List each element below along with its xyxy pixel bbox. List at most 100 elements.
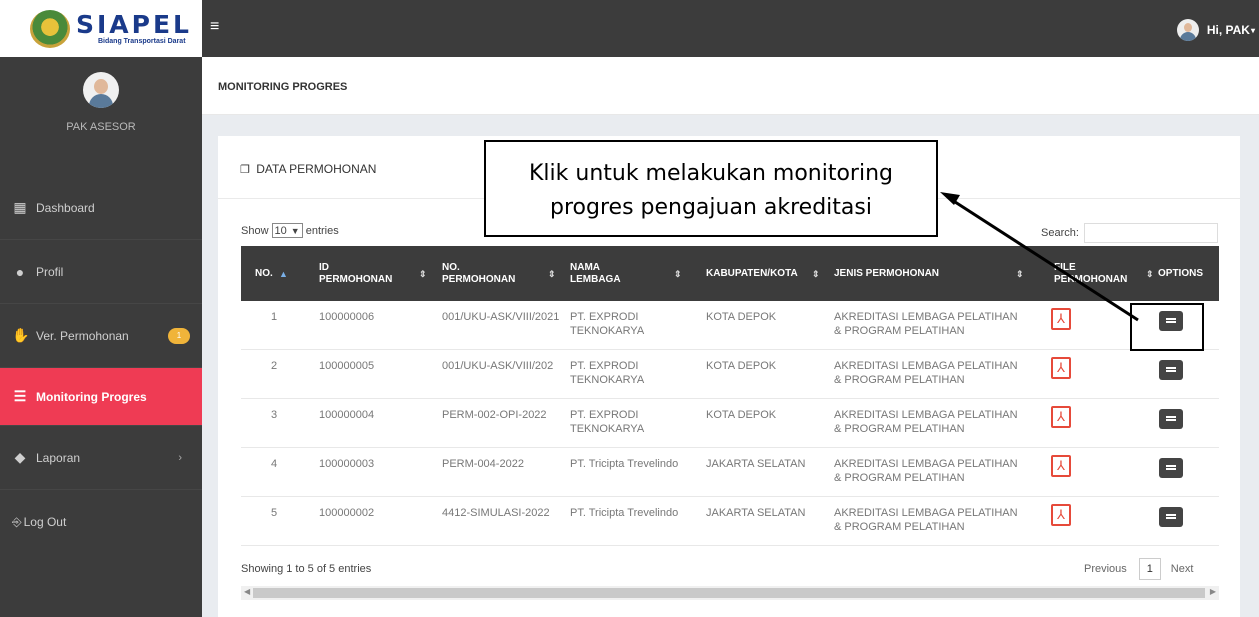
sort-asc-icon: ▲ [279,268,288,279]
scroll-right-icon[interactable]: ▶ [1210,587,1216,596]
show-entries: Show 10 ▼ entries [241,223,339,238]
table-info: Showing 1 to 5 of 5 entries [241,563,372,575]
column-header-nomor[interactable]: NO. PERMOHONAN ⇕ [442,262,570,286]
cell-nomor: PERM-002-OPI-2022 [442,409,547,421]
pdf-file-icon[interactable]: ⅄ [1051,357,1071,379]
sort-icon: ⇕ [674,268,682,279]
column-header-label: NO. [255,267,273,279]
panel-title-text: DATA PERMOHONAN [256,162,377,176]
highlight-box [1130,303,1204,351]
column-header-kota[interactable]: KABUPATEN/KOTA ⇕ [696,268,824,280]
column-header-lembaga[interactable]: NAMA LEMBAGA ⇕ [570,262,696,286]
emblem-icon [30,9,70,48]
column-header-jenis[interactable]: JENIS PERMOHONAN ⇕ [824,268,1046,280]
logout-link[interactable]: ⎆ Log Out [0,490,202,554]
cell-options [1150,399,1219,447]
logout-icon: ⎆ [12,514,22,529]
cell-nomor: PERM-004-2022 [442,458,524,470]
callout-line-1: Klik untuk melakukan monitoring [528,161,893,186]
chevron-right-icon: › [178,451,182,464]
scrollbar-thumb[interactable] [253,588,1205,598]
cell-nomor: 4412-SIMULASI-2022 [442,507,550,519]
cell-jenis: AKREDITASI LEMBAGA PELATIHAN & PROGRAM P… [834,507,1018,533]
column-header-label: JENIS PERMOHONAN [834,267,940,279]
notification-badge: 1 [168,327,190,344]
entries-label: entries [305,224,339,237]
monitoring-detail-button[interactable] [1159,360,1183,380]
page-header: MONITORING PROGRES [202,57,1259,115]
cell-no: 2 [271,360,278,372]
column-header-label: KABUPATEN/KOTA [706,267,798,279]
cell-kota: KOTA DEPOK [706,360,777,372]
handshake-icon: ✋ [12,327,30,343]
pdf-file-icon[interactable]: ⅄ [1051,308,1071,330]
page-title: MONITORING PROGRES [218,81,348,93]
next-page-button[interactable]: Next [1171,563,1194,575]
table-header: NO. ▲ ID PERMOHONAN ⇕ NO. PERMOHONAN ⇕ N… [241,246,1219,301]
column-header-label: OPTIONS [1158,267,1204,279]
cell-no: 1 [271,311,278,323]
cell-id: 100000006 [319,311,375,323]
user-menu[interactable]: Hi, PAK ▾ [1176,19,1255,41]
column-header-no[interactable]: NO. ▲ [241,268,319,280]
show-label: Show [241,224,269,237]
entries-select[interactable]: 10 ▼ [271,223,303,238]
cell-lembaga: PT. EXPRODI TEKNOKARYA [570,311,645,337]
monitoring-detail-button[interactable] [1159,507,1183,527]
cell-nomor: 001/UKU-ASK/VIII/2021 [442,311,560,323]
cell-lembaga: PT. EXPRODI TEKNOKARYA [570,360,645,386]
cell-id: 100000002 [319,507,375,519]
sort-icon: ⇕ [1016,268,1024,279]
scroll-left-icon[interactable]: ◀ [244,587,250,596]
brand-title: SIAPEL [76,10,192,39]
cell-lembaga: PT. Tricipta Trevelindo [570,458,679,470]
callout-annotation: Klik untuk melakukan monitoring progres … [484,140,938,237]
cell-no: 3 [271,409,278,421]
previous-page-button[interactable]: Previous [1084,563,1127,575]
cell-file: ⅄ [1046,350,1150,398]
pdf-file-icon[interactable]: ⅄ [1051,455,1071,477]
search-input[interactable] [1083,223,1218,243]
cell-options [1150,448,1219,496]
pdf-file-icon[interactable]: ⅄ [1051,406,1071,428]
sidebar-item-ver-permohonan[interactable]: ✋ Ver. Permohonan 1 [0,304,202,368]
cell-no: 5 [271,507,278,519]
cell-kota: KOTA DEPOK [706,311,777,323]
user-greeting: Hi, PAK [1206,23,1250,37]
cell-id: 100000004 [319,409,375,421]
sidebar-item-monitoring-progres[interactable]: ☰ Monitoring Progres [0,368,202,426]
horizontal-scrollbar[interactable]: ◀ ▶ [241,586,1219,600]
callout-line-2: progres pengajuan akreditasi [550,195,872,220]
sidebar-item-dashboard[interactable]: ▦ Dashboard [0,176,202,240]
cell-kota: JAKARTA SELATAN [706,458,806,470]
cell-options [1150,350,1219,398]
cell-id: 100000005 [319,360,375,372]
cell-file: ⅄ [1046,399,1150,447]
column-header-options[interactable]: OPTIONS [1150,268,1219,280]
panel-title: ❐ DATA PERMOHONAN [240,162,376,176]
user-icon: ● [15,263,25,280]
sidebar-item-profil[interactable]: ● Profil [0,240,202,304]
avatar [1176,19,1199,41]
cell-jenis: AKREDITASI LEMBAGA PELATIHAN & PROGRAM P… [834,311,1018,337]
monitoring-detail-button[interactable] [1159,458,1183,478]
page-1-button[interactable]: 1 [1138,558,1161,580]
monitoring-detail-button[interactable] [1159,409,1183,429]
column-header-file[interactable]: FILE PERMOHONAN ⇕ [1046,262,1154,286]
logout-label: Log Out [23,515,67,529]
cell-options [1150,497,1219,545]
sidebar-item-label: Ver. Permohonan [36,328,129,343]
brand-subtitle: Bidang Transportasi Darat [98,38,186,45]
sliders-icon: ☰ [13,388,27,404]
pagination: Previous 1 Next [1084,558,1193,580]
hamburger-menu-icon[interactable]: ≡ [210,18,219,36]
cell-jenis: AKREDITASI LEMBAGA PELATIHAN & PROGRAM P… [834,409,1018,435]
sidebar-item-laporan[interactable]: ◆ Laporan › [0,426,202,490]
column-header-id[interactable]: ID PERMOHONAN ⇕ [319,262,442,286]
user-name: PAK ASESOR [66,121,136,133]
sidebar: SIAPEL Bidang Transportasi Darat PAK ASE… [0,0,202,617]
brand-logo[interactable]: SIAPEL Bidang Transportasi Darat [0,0,202,57]
cell-kota: KOTA DEPOK [706,409,777,421]
pdf-file-icon[interactable]: ⅄ [1051,504,1071,526]
dashboard-icon: ▦ [13,199,27,215]
